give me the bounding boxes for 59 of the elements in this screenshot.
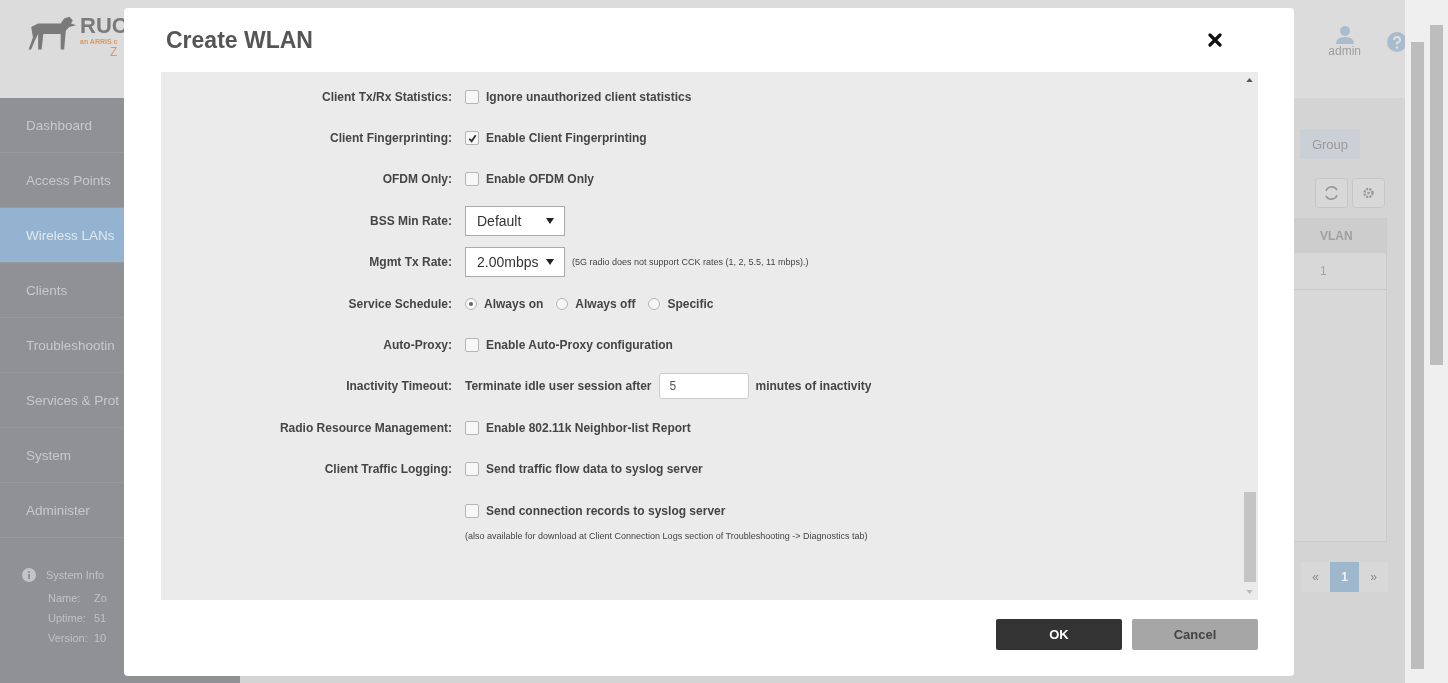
field-label: Client Fingerprinting: [330, 131, 452, 146]
product-name: Z [110, 45, 118, 59]
field-label: Client Traffic Logging: [324, 462, 452, 477]
field-label: OFDM Only: [382, 172, 452, 187]
checkbox[interactable] [465, 89, 479, 104]
hint-text: (also available for download at Client Connection Logs section of Troubleshooting -> Diagnostics tab) [465, 531, 868, 542]
scrollbar-thumb[interactable] [1243, 492, 1256, 582]
scrollbar-thumb[interactable] [1430, 25, 1443, 365]
gear-icon[interactable] [1352, 178, 1385, 208]
checkbox-label: Enable Auto-Proxy configuration [486, 338, 673, 353]
scrollbar-thumb[interactable] [1411, 42, 1424, 669]
checkbox-label: Send connection records to syslog server [486, 503, 726, 518]
dialog-title: Create WLAN [166, 26, 313, 54]
page-button[interactable]: 1 [1330, 562, 1359, 592]
info-icon [22, 568, 36, 582]
logo-text: RUC [80, 14, 128, 38]
ok-button[interactable]: OK [996, 618, 1122, 650]
scroll-up-arrow-icon[interactable] [1246, 78, 1253, 82]
refresh-icon[interactable] [1315, 178, 1348, 208]
user-icon [1333, 26, 1356, 44]
previous-page-button[interactable]: « [1301, 562, 1330, 592]
checkbox[interactable] [465, 462, 479, 477]
scroll-down-arrow-icon[interactable] [1246, 590, 1253, 594]
field-text: Terminate idle user session after [465, 379, 652, 394]
input-field[interactable]: 5 [658, 373, 749, 400]
field-label: Client Tx/Rx Statistics: [321, 89, 452, 104]
checkbox[interactable] [465, 420, 479, 435]
dropdown[interactable]: 2.00mbps [465, 247, 565, 278]
checkbox[interactable] [465, 503, 479, 518]
checkbox-label: Ignore unauthorized client statistics [486, 89, 692, 104]
next-page-button[interactable]: » [1359, 562, 1388, 592]
caret-icon [546, 217, 554, 224]
field-label: BSS Min Rate: [370, 213, 452, 228]
checkbox-label: Enable Client Fingerprinting [486, 131, 647, 146]
field-text: minutes of inactivity [755, 379, 872, 394]
radio-button[interactable] [556, 297, 569, 310]
radio-button[interactable] [465, 297, 477, 310]
caret-icon [546, 259, 554, 266]
checkbox[interactable] [465, 172, 479, 187]
field-label: Mgmt Tx Rate: [369, 255, 452, 270]
dropdown[interactable]: Default [465, 205, 565, 236]
field-label: Inactivity Timeout: [346, 379, 452, 394]
checkbox-label: Enable 802.11k Neighbor-list Report [486, 420, 691, 435]
field-label: Service Schedule: [348, 296, 452, 311]
close-icon[interactable] [1208, 33, 1222, 47]
radio-button[interactable] [648, 297, 661, 310]
field-label: Auto-Proxy: [383, 338, 452, 353]
checkbox-label: Enable OFDM Only [486, 172, 594, 187]
user-menu[interactable]: admin [1328, 26, 1361, 58]
cancel-button[interactable]: Cancel [1132, 618, 1258, 650]
checkbox[interactable] [465, 131, 479, 146]
checkbox[interactable] [465, 338, 479, 353]
radio-label: Specific [667, 296, 714, 311]
hint-text: (5G radio does not support CCK rates (1, 2, 5.5, 11 mbps).) [572, 257, 809, 268]
checkbox-label: Send traffic flow data to syslog server [486, 462, 703, 477]
field-label: Radio Resource Management: [279, 420, 452, 435]
group-tab[interactable]: Group [1300, 129, 1360, 159]
radio-label: Always off [575, 296, 636, 311]
radio-label: Always on [484, 296, 544, 311]
